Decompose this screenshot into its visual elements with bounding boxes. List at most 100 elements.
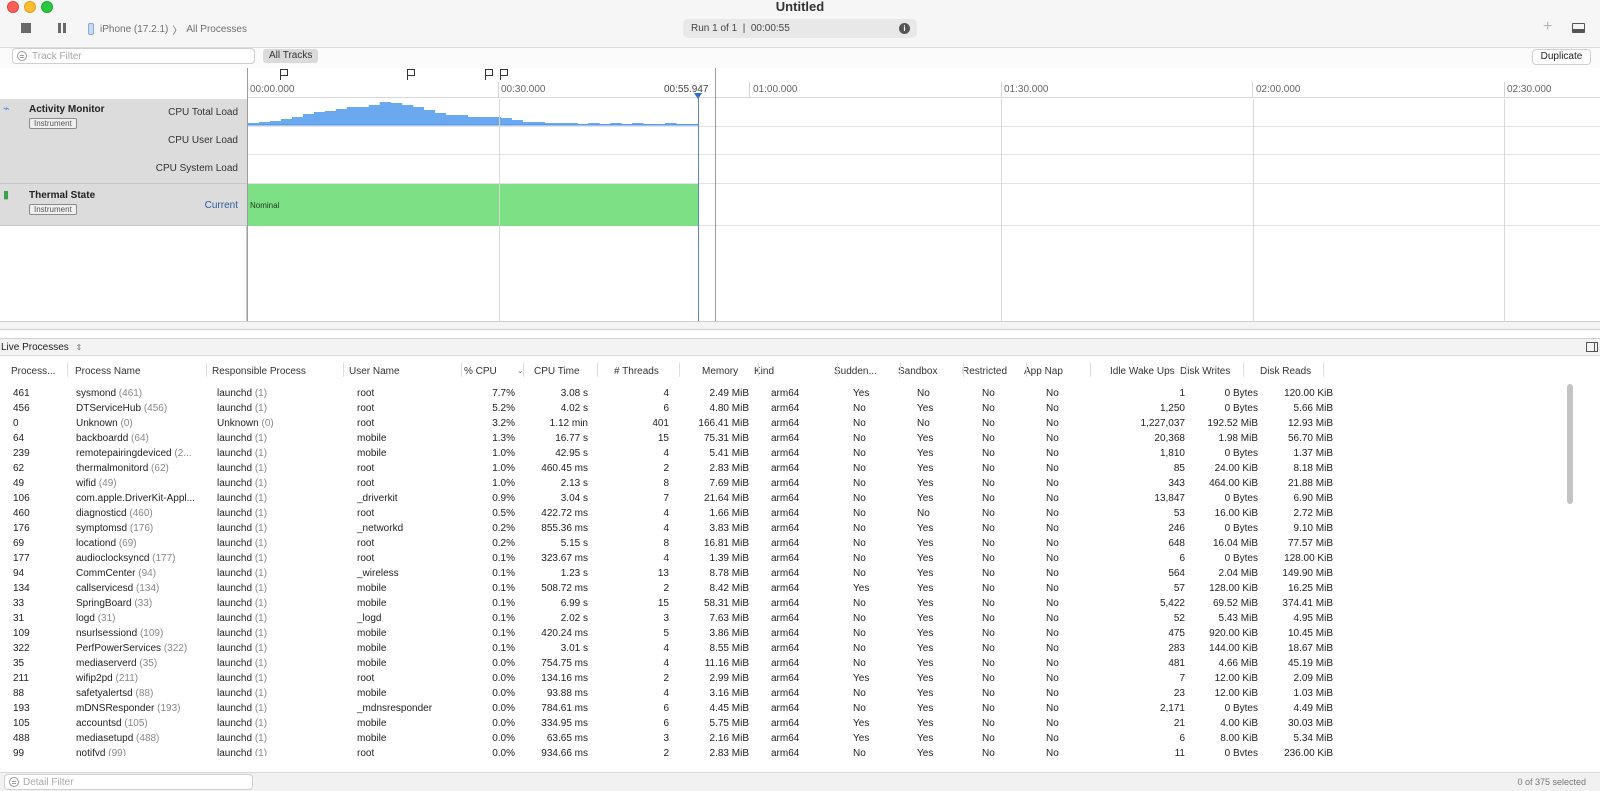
column-divider[interactable] <box>1243 363 1244 377</box>
cpu-load-bar <box>357 107 370 125</box>
table-row[interactable]: 99 notifyd (99) launchd (1) root 0.0% 934.66 … <box>0 746 1565 756</box>
target-process: All Processes <box>186 23 247 35</box>
table-row[interactable]: 177 audioclocksyncd (177) launchd (1) root 0… <box>0 551 1565 566</box>
time-ruler[interactable]: 00:00.000 00:30.000 01:00.000 01:30.000 … <box>247 68 1600 98</box>
table-row[interactable]: 35 mediaserverd (35) launchd (1) mobile 0.0%… <box>0 656 1565 671</box>
run-status[interactable]: Run 1 of 1 | 00:00:55 i <box>683 19 917 38</box>
column-header[interactable]: CPU Time <box>534 366 580 377</box>
table-row[interactable]: 31 logd (31) launchd (1) _logd 0.1% 2.02 s 3 7.… <box>0 611 1565 626</box>
scroll-thumb[interactable] <box>1567 384 1573 504</box>
column-divider[interactable] <box>963 363 964 377</box>
instrument-badge[interactable]: Instrument <box>29 118 77 129</box>
column-header[interactable]: Disk Writes <box>1180 366 1230 377</box>
column-divider[interactable] <box>597 363 598 377</box>
cpu-user-load-graph[interactable] <box>248 127 1600 155</box>
playhead-line[interactable] <box>698 96 699 321</box>
table-cell: wifip2pd (211) <box>76 673 139 684</box>
column-divider[interactable] <box>523 363 524 377</box>
table-cell: 4.95 MiB <box>1293 613 1333 624</box>
table-scrollbar[interactable] <box>1566 384 1574 752</box>
timeline-scroll-area[interactable] <box>0 321 1600 330</box>
table-row[interactable]: 0 Unknown (0) Unknown (0) root 3.2% 1.12 min 4… <box>0 416 1565 431</box>
table-row[interactable]: 106 com.apple.DriverKit-Appl... launchd (… <box>0 491 1565 506</box>
table-cell: No <box>1046 658 1059 669</box>
flag-icon[interactable] <box>485 69 493 80</box>
column-divider[interactable] <box>206 363 207 377</box>
column-header[interactable]: Memory <box>702 366 738 377</box>
column-header[interactable]: App Nap <box>1024 366 1063 377</box>
table-cell: No <box>982 598 995 609</box>
detail-view-selector[interactable]: Live Processes ⇕ <box>1 342 82 353</box>
target-device-selector[interactable]: iPhone (17.2.1) 〉 All Processes <box>88 21 247 37</box>
column-divider[interactable] <box>461 363 462 377</box>
column-header[interactable]: Idle Wake Ups <box>1110 366 1175 377</box>
table-cell: 3.2% <box>492 418 515 429</box>
column-header[interactable]: Process Name <box>75 366 141 377</box>
flag-icon[interactable] <box>280 69 288 80</box>
column-divider[interactable] <box>900 363 901 377</box>
table-row[interactable]: 461 sysmond (461) launchd (1) root 7.7% 3.08 … <box>0 386 1565 401</box>
column-divider[interactable] <box>837 363 838 377</box>
all-tracks-button[interactable]: All Tracks <box>263 49 319 63</box>
table-row[interactable]: 193 mDNSResponder (193) launchd (1) _mdnsre… <box>0 701 1565 716</box>
table-row[interactable]: 456 DTServiceHub (456) launchd (1) root 5.2%… <box>0 401 1565 416</box>
column-divider[interactable] <box>343 363 344 377</box>
table-cell: 2 <box>663 748 669 756</box>
table-cell: 11 <box>1174 748 1185 756</box>
column-header[interactable]: Process... <box>11 366 55 377</box>
column-header[interactable]: Sudden... <box>834 366 877 377</box>
column-header[interactable]: User Name <box>349 366 400 377</box>
column-divider[interactable] <box>1090 363 1091 377</box>
column-divider[interactable] <box>67 363 68 377</box>
table-row[interactable]: 94 CommCenter (94) launchd (1) _wireless 0.1… <box>0 566 1565 581</box>
table-row[interactable]: 49 wifid (49) launchd (1) root 1.0% 2.13 s 8 7.… <box>0 476 1565 491</box>
instrument-badge[interactable]: Instrument <box>29 204 77 215</box>
column-divider[interactable] <box>758 363 759 377</box>
column-header[interactable]: Sandbox <box>898 366 937 377</box>
table-row[interactable]: 488 mediasetupd (488) launchd (1) mobile 0.0… <box>0 731 1565 746</box>
activity-monitor-track-header[interactable]: ⌁ Activity Monitor Instrument CPU Total … <box>0 99 247 184</box>
table-row[interactable]: 69 locationd (69) launchd (1) root 0.2% 5.15 … <box>0 536 1565 551</box>
process-table[interactable]: 461 sysmond (461) launchd (1) root 7.7% 3.08 … <box>0 386 1565 756</box>
table-cell: launchd (1) <box>217 508 268 519</box>
column-divider[interactable] <box>1026 363 1027 377</box>
column-divider[interactable] <box>679 363 680 377</box>
table-row[interactable]: 211 wifip2pd (211) launchd (1) root 0.0% 134.… <box>0 671 1565 686</box>
column-header[interactable]: Responsible Process <box>212 366 306 377</box>
table-row[interactable]: 322 PerfPowerServices (322) launchd (1) mob… <box>0 641 1565 656</box>
column-header[interactable]: % CPU <box>464 366 497 377</box>
flag-icon[interactable] <box>407 69 415 80</box>
column-header[interactable]: Restricted <box>962 366 1007 377</box>
table-row[interactable]: 62 thermalmonitord (62) launchd (1) root 1.0… <box>0 461 1565 476</box>
table-cell: 99 <box>13 748 25 756</box>
table-row[interactable]: 239 remotepairingdeviced (2... launchd (1)… <box>0 446 1565 461</box>
pause-recording-button[interactable] <box>57 23 67 33</box>
duplicate-button[interactable]: Duplicate <box>1532 49 1591 65</box>
table-row[interactable]: 88 safetyalertsd (88) launchd (1) mobile 0.0… <box>0 686 1565 701</box>
table-cell: No <box>982 553 995 564</box>
column-divider[interactable] <box>1186 363 1187 377</box>
table-cell: Yes <box>917 538 934 549</box>
column-header[interactable]: Kind <box>754 366 774 377</box>
table-row[interactable]: 176 symptomsd (176) launchd (1) _networkd 0.… <box>0 521 1565 536</box>
info-icon[interactable]: i <box>899 23 910 34</box>
table-row[interactable]: 109 nsurlsessiond (109) launchd (1) mobile 0… <box>0 626 1565 641</box>
sidebar-toggle-icon[interactable] <box>1586 342 1598 352</box>
table-row[interactable]: 64 backboardd (64) launchd (1) mobile 1.3% 16… <box>0 431 1565 446</box>
column-header[interactable]: Disk Reads <box>1260 366 1311 377</box>
track-filter-input[interactable]: Track Filter <box>12 48 255 64</box>
cpu-system-load-graph[interactable] <box>248 155 1600 184</box>
plus-icon[interactable]: + <box>1543 19 1552 35</box>
thermal-state-track-header[interactable]: ▮ Thermal State Instrument Current <box>0 184 247 226</box>
column-divider[interactable] <box>1323 363 1324 377</box>
column-header[interactable]: # Threads <box>614 366 659 377</box>
table-row[interactable]: 33 SpringBoard (33) launchd (1) mobile 0.1% 6… <box>0 596 1565 611</box>
table-row[interactable]: 134 callservicesd (134) launchd (1) mobile 0… <box>0 581 1565 596</box>
table-row[interactable]: 105 accountsd (105) launchd (1) mobile 0.0% 3… <box>0 716 1565 731</box>
table-row[interactable]: 460 diagnosticd (460) launchd (1) root 0.5% 4… <box>0 506 1565 521</box>
stop-recording-button[interactable] <box>21 23 31 33</box>
flag-icon[interactable] <box>500 69 508 80</box>
bottom-panel-icon[interactable] <box>1572 23 1585 33</box>
cpu-total-load-graph[interactable] <box>248 99 1600 127</box>
detail-filter-input[interactable]: Detail Filter <box>4 774 253 790</box>
